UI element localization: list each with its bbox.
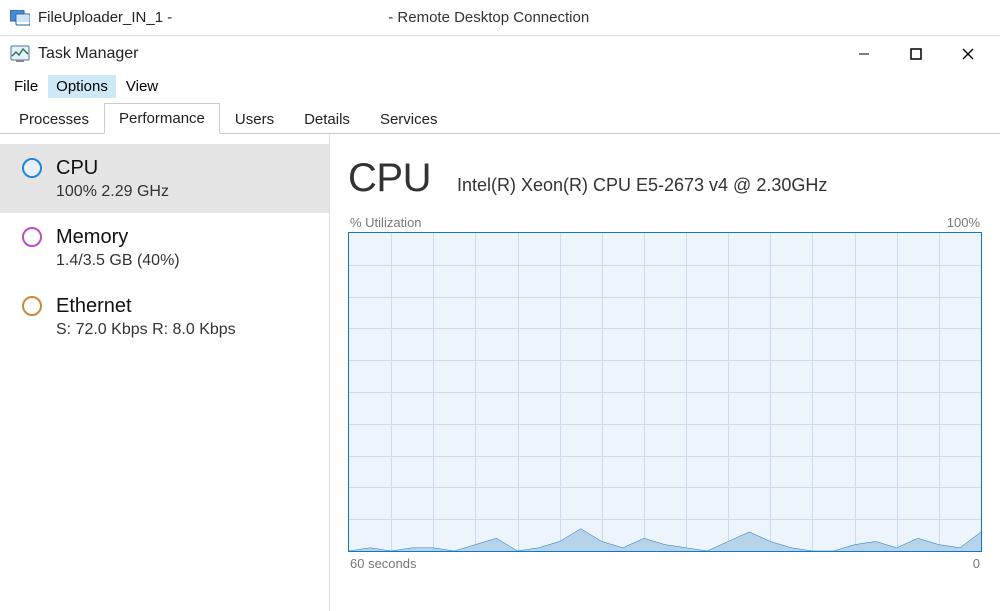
tab-performance[interactable]: Performance bbox=[104, 103, 220, 134]
task-manager-title-bar: Task Manager bbox=[0, 36, 1000, 72]
tab-details[interactable]: Details bbox=[289, 104, 365, 134]
chart-ymax: 100% bbox=[947, 215, 980, 230]
window-controls bbox=[852, 42, 980, 66]
tab-users[interactable]: Users bbox=[220, 104, 289, 134]
sidebar-ethernet-title: Ethernet bbox=[56, 294, 236, 319]
task-manager-icon bbox=[10, 45, 30, 63]
rdc-window-title: - Remote Desktop Connection bbox=[388, 9, 990, 26]
performance-main-panel: CPU Intel(R) Xeon(R) CPU E5-2673 v4 @ 2.… bbox=[330, 134, 1000, 611]
chart-ylabel: % Utilization bbox=[350, 215, 422, 230]
tab-strip: Processes Performance Users Details Serv… bbox=[0, 100, 1000, 134]
menu-bar: File Options View bbox=[0, 72, 1000, 100]
tab-services[interactable]: Services bbox=[365, 104, 453, 134]
sidebar-cpu-title: CPU bbox=[56, 156, 169, 181]
cpu-chart-area bbox=[349, 233, 981, 551]
rdc-connection-name: FileUploader_IN_1 - bbox=[38, 9, 172, 26]
menu-view[interactable]: View bbox=[118, 75, 166, 98]
rdc-icon bbox=[10, 10, 30, 26]
cpu-mini-chart-icon bbox=[22, 158, 42, 178]
maximize-button[interactable] bbox=[904, 42, 928, 66]
chart-xend: 0 bbox=[973, 556, 980, 571]
close-button[interactable] bbox=[956, 42, 980, 66]
tab-processes[interactable]: Processes bbox=[4, 104, 104, 134]
performance-sidebar: CPU 100% 2.29 GHz Memory 1.4/3.5 GB (40%… bbox=[0, 134, 330, 611]
cpu-model: Intel(R) Xeon(R) CPU E5-2673 v4 @ 2.30GH… bbox=[457, 175, 827, 196]
menu-options[interactable]: Options bbox=[48, 75, 116, 98]
chart-top-labels: % Utilization 100% bbox=[348, 215, 982, 230]
sidebar-item-cpu[interactable]: CPU 100% 2.29 GHz bbox=[0, 144, 329, 213]
chart-bottom-labels: 60 seconds 0 bbox=[348, 556, 982, 571]
sidebar-memory-sub: 1.4/3.5 GB (40%) bbox=[56, 252, 180, 270]
performance-body: CPU 100% 2.29 GHz Memory 1.4/3.5 GB (40%… bbox=[0, 134, 1000, 611]
ethernet-mini-chart-icon bbox=[22, 296, 42, 316]
sidebar-ethernet-sub: S: 72.0 Kbps R: 8.0 Kbps bbox=[56, 321, 236, 339]
task-manager-title: Task Manager bbox=[38, 45, 844, 63]
sidebar-cpu-sub: 100% 2.29 GHz bbox=[56, 183, 169, 201]
cpu-utilization-chart[interactable] bbox=[348, 232, 982, 552]
rdc-title-bar: FileUploader_IN_1 - - Remote Desktop Con… bbox=[0, 0, 1000, 36]
chart-xstart: 60 seconds bbox=[350, 556, 417, 571]
menu-file[interactable]: File bbox=[6, 75, 46, 98]
sidebar-memory-title: Memory bbox=[56, 225, 180, 250]
minimize-button[interactable] bbox=[852, 42, 876, 66]
cpu-heading: CPU bbox=[348, 156, 431, 201]
sidebar-item-memory[interactable]: Memory 1.4/3.5 GB (40%) bbox=[0, 213, 329, 282]
sidebar-item-ethernet[interactable]: Ethernet S: 72.0 Kbps R: 8.0 Kbps bbox=[0, 282, 329, 351]
cpu-header: CPU Intel(R) Xeon(R) CPU E5-2673 v4 @ 2.… bbox=[348, 156, 982, 201]
memory-mini-chart-icon bbox=[22, 227, 42, 247]
